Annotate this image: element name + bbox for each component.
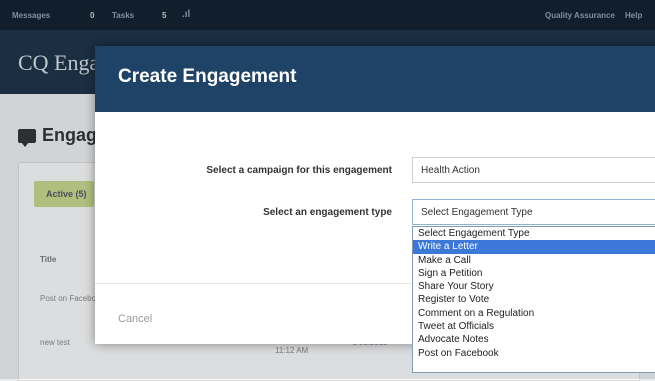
dropdown-option[interactable]: Sign a Petition bbox=[413, 267, 655, 280]
engagement-type-label: Select an engagement type bbox=[263, 207, 392, 218]
dropdown-option[interactable]: Select Engagement Type bbox=[413, 227, 655, 240]
modal-title: Create Engagement bbox=[118, 66, 297, 87]
dropdown-option[interactable]: Advocate Notes bbox=[413, 333, 655, 346]
modal-header: Create Engagement bbox=[95, 46, 655, 112]
dropdown-option[interactable]: Comment on a Regulation bbox=[413, 307, 655, 320]
campaign-field[interactable]: Health Action bbox=[412, 157, 655, 183]
dropdown-option[interactable]: Post on Facebook bbox=[413, 347, 655, 360]
engagement-type-dropdown: Select Engagement Type Write a Letter Ma… bbox=[412, 226, 655, 373]
engagement-type-select[interactable]: Select Engagement Type bbox=[412, 199, 655, 225]
dropdown-option[interactable]: Tweet at Officials bbox=[413, 320, 655, 333]
dropdown-option-highlighted[interactable]: Write a Letter bbox=[413, 240, 655, 254]
dropdown-option[interactable]: Make a Call bbox=[413, 254, 655, 267]
dropdown-option[interactable]: Register to Vote bbox=[413, 293, 655, 306]
dropdown-option[interactable]: Share Your Story bbox=[413, 280, 655, 293]
campaign-label: Select a campaign for this engagement bbox=[206, 165, 392, 176]
cancel-button[interactable]: Cancel bbox=[118, 313, 152, 325]
modal-footer-divider bbox=[95, 283, 412, 284]
